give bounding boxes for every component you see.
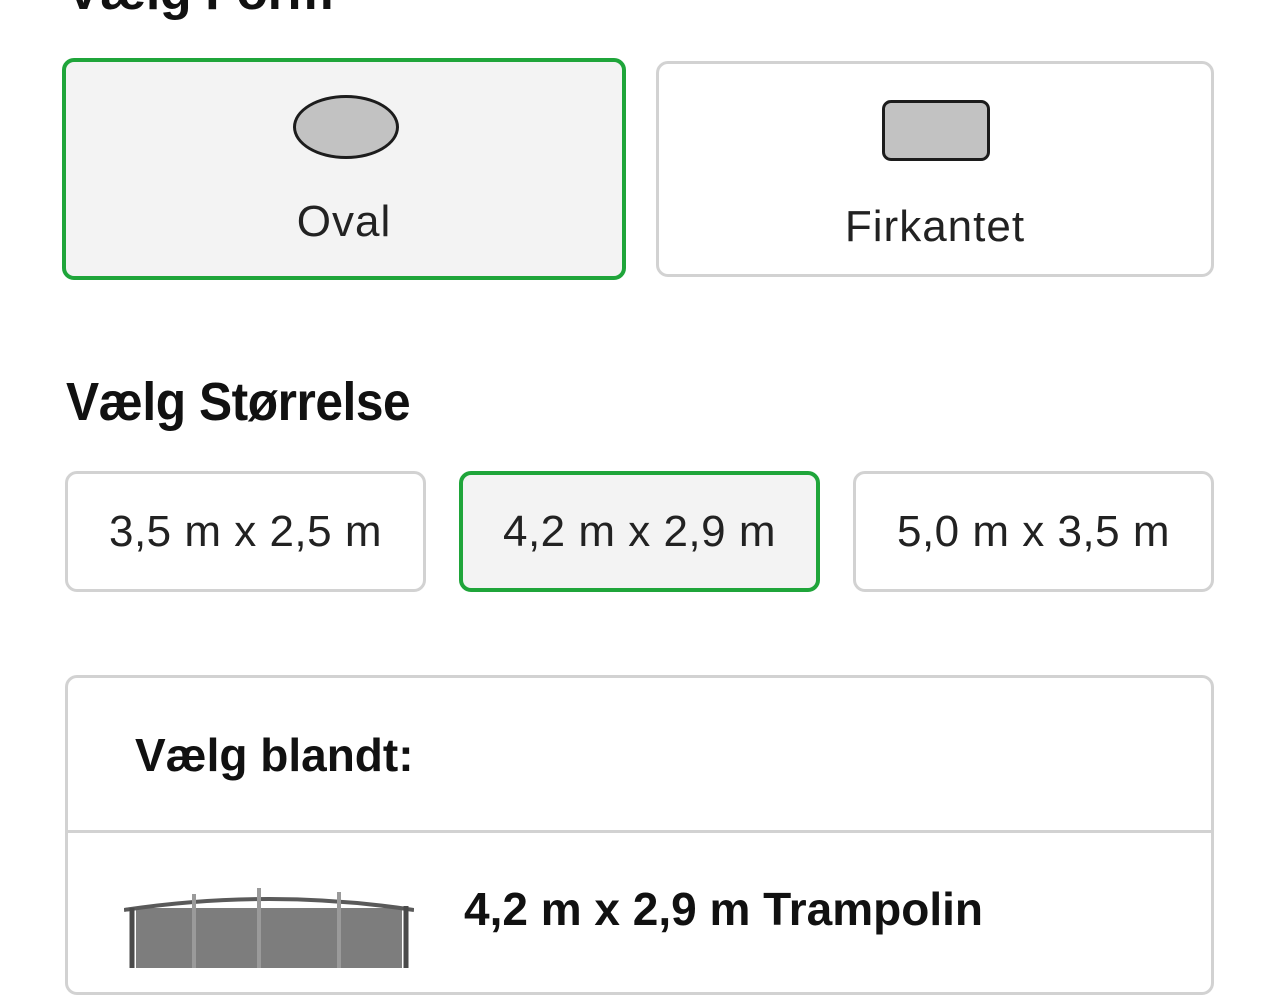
size-section-heading: Vælg Størrelse [66,372,411,432]
form-option-label: Oval [296,197,392,246]
form-option-label: Firkantet [844,202,1026,251]
divider [68,830,1211,833]
oval-shape-icon [293,95,399,159]
form-section-heading: Vælg Form [66,0,334,18]
form-option-oval[interactable]: Oval [62,58,626,280]
mix-panel: Vælg blandt: 4,2 m x 2,9 m Trampolin [65,675,1214,995]
size-option-3-5x2-5[interactable]: 3,5 m x 2,5 m [65,471,426,592]
size-option-5-0x3-5[interactable]: 5,0 m x 3,5 m [853,471,1214,592]
form-option-firkantet[interactable]: Firkantet [656,61,1214,277]
product-title[interactable]: 4,2 m x 2,9 m Trampolin [464,882,983,936]
size-option-4-2x2-9[interactable]: 4,2 m x 2,9 m [459,471,820,592]
rounded-rectangle-shape-icon [882,100,990,161]
mix-panel-title: Vælg blandt: [135,729,414,781]
trampoline-product-image[interactable] [124,888,414,968]
